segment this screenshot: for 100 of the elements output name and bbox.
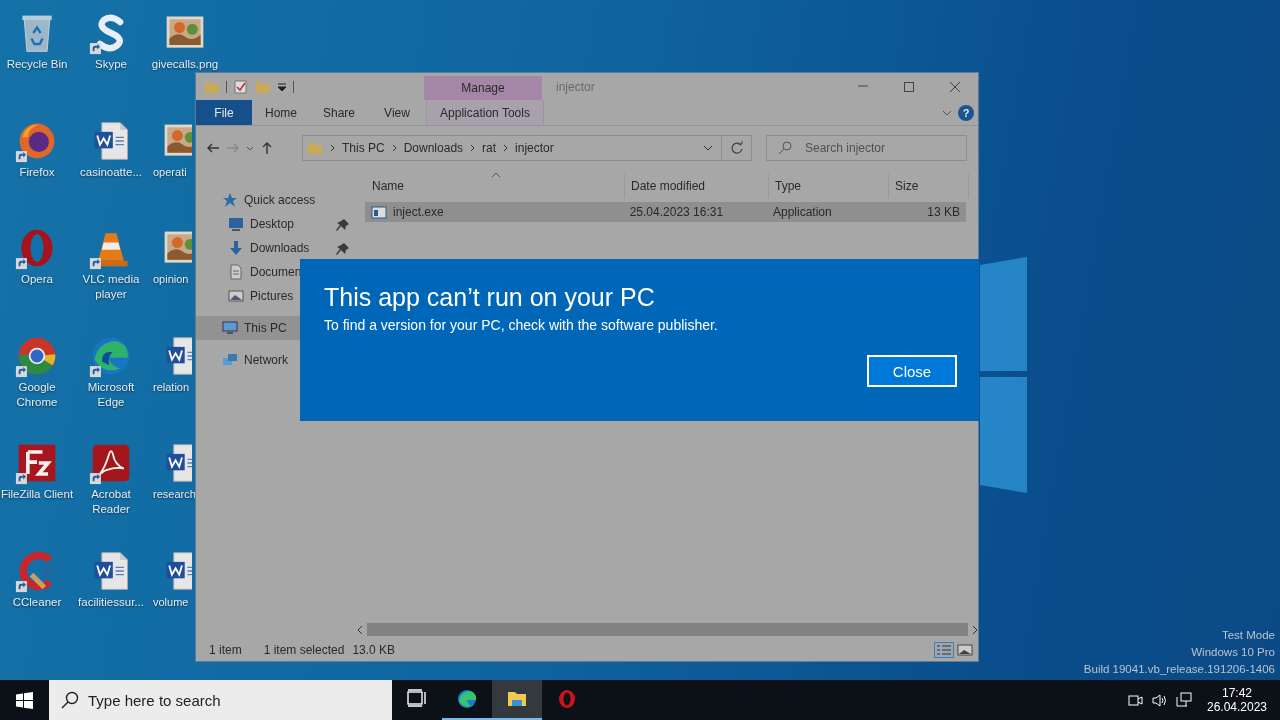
icon-label: facilitiessur...	[77, 594, 145, 610]
dropdown-icon[interactable]	[703, 144, 713, 152]
taskbar-app[interactable]	[492, 680, 542, 720]
clock-time: 17:42	[1222, 686, 1252, 700]
breadcrumb[interactable]: rat	[482, 141, 497, 155]
file-name: inject.exe	[393, 205, 444, 219]
icon-label: CCleaner	[11, 594, 63, 610]
network-icon[interactable]	[1176, 692, 1192, 708]
icon-label: volume	[153, 594, 189, 610]
nav-label: Pictures	[250, 289, 294, 303]
column-header[interactable]: Date modified	[625, 174, 769, 198]
icon-label: VLC media player	[81, 272, 141, 302]
nav-label: Quick access	[244, 193, 316, 207]
status-text: 13.0 KB	[352, 643, 396, 657]
nav-item[interactable]: Desktop	[196, 212, 357, 236]
folder-icon	[507, 689, 527, 709]
application-icon	[371, 204, 387, 220]
up-arrow-icon[interactable]	[260, 141, 274, 155]
icon-label: givecalls.png	[150, 57, 220, 72]
window-title: injector	[555, 78, 596, 96]
table-cell-text: Application	[771, 205, 833, 219]
star-icon	[222, 192, 238, 208]
chevron-icon	[391, 144, 397, 152]
picture-icon	[228, 288, 244, 304]
column-header[interactable]: Name	[357, 174, 625, 198]
close-icon[interactable]	[949, 80, 961, 93]
opera-icon	[557, 689, 577, 709]
nav-item[interactable]: Documen	[196, 260, 357, 284]
ribbon-tab[interactable]: Application Tools	[426, 100, 544, 125]
nav-label: Network	[244, 353, 288, 367]
back-arrow-icon[interactable]	[206, 141, 220, 155]
nav-label: Documen	[250, 265, 302, 279]
ribbon-tab[interactable]: Share	[310, 100, 368, 125]
status-text: 1 item selected	[263, 643, 345, 657]
download-arrow-icon	[228, 240, 244, 256]
task-view-icon	[407, 689, 427, 709]
speaker-icon[interactable]	[1152, 692, 1167, 708]
scroll-left-icon[interactable]	[357, 624, 363, 635]
search-field[interactable]: Search injector	[766, 135, 967, 161]
refresh-icon	[729, 141, 744, 155]
column-header[interactable]: Type	[769, 174, 889, 198]
nav-label: Desktop	[250, 217, 295, 231]
properties-icon[interactable]	[233, 78, 249, 95]
icon-label: Firefox	[18, 164, 56, 180]
scrollbar-track[interactable]	[367, 623, 968, 636]
ribbon-tab[interactable]: Home	[252, 100, 310, 125]
icon-label: casinoatte...	[79, 164, 143, 180]
caret-icon[interactable]	[277, 81, 287, 92]
dialog-title: This app can’t run on your PC	[324, 282, 656, 313]
status-text: 1 item	[209, 643, 242, 657]
search-box[interactable]: Type here to search	[49, 680, 392, 720]
table-cell-text: 13 KB	[926, 205, 961, 219]
ribbon-tab[interactable]: File	[196, 100, 252, 125]
edge-icon	[457, 689, 477, 709]
nav-item[interactable]: Network	[196, 348, 357, 372]
nav-item[interactable]: Quick access	[196, 188, 357, 212]
refresh-button[interactable]	[722, 135, 752, 161]
icon-label: relation	[153, 379, 190, 395]
chevron-icon	[503, 144, 509, 152]
system-info-text: Build 19041.vb_release.191206-1406	[1083, 662, 1275, 677]
ribbon-tab[interactable]: View	[368, 100, 426, 125]
column-header[interactable]: Size	[889, 174, 969, 198]
chevron-icon	[330, 144, 335, 152]
help-button[interactable]: ?	[958, 104, 974, 121]
nav-label: Downloads	[250, 241, 310, 255]
clock[interactable]: 17:42 26.04.2023	[1204, 680, 1270, 720]
icon-label: opinion	[153, 272, 189, 287]
file-row[interactable]: inject.exe 25.04.2023 16:31 Application 13 KB	[365, 202, 966, 222]
monitor-icon	[228, 216, 244, 232]
search-icon	[61, 691, 79, 709]
network-icon	[222, 352, 238, 368]
nav-item[interactable]: Downloads	[196, 236, 357, 260]
close-button[interactable]: Close	[867, 355, 957, 387]
breadcrumb[interactable]: This PC	[342, 141, 385, 155]
icon-label: Skype	[94, 57, 128, 72]
table-cell-text: 25.04.2023 16:31	[628, 205, 725, 219]
breadcrumb[interactable]: injector	[515, 141, 554, 155]
chevron-icon[interactable]	[942, 108, 952, 117]
icon-label: Opera	[20, 272, 54, 287]
address-bar[interactable]: This PC Downloads rat injector	[302, 135, 722, 161]
camera-icon[interactable]	[1128, 692, 1143, 708]
maximize-icon[interactable]	[903, 80, 915, 93]
system-info-text: Windows 10 Pro	[1191, 645, 1275, 660]
system-info-text: Test Mode	[1221, 628, 1275, 643]
breadcrumb[interactable]: Downloads	[403, 141, 464, 155]
icon-label: Recycle Bin	[5, 57, 69, 72]
large-icons-view-icon[interactable]	[956, 642, 974, 658]
icon-label: FileZilla Client	[0, 487, 74, 502]
icon-label: operati	[153, 164, 187, 180]
document-icon	[228, 264, 244, 280]
clock-date: 26.04.2023	[1206, 700, 1268, 714]
scroll-right-icon[interactable]	[972, 624, 978, 635]
chevron-icon	[470, 144, 476, 152]
nav-label: This PC	[244, 321, 287, 335]
icon-label: research	[153, 487, 196, 502]
icon-label: Acrobat Reader	[90, 487, 132, 517]
icon-label: Microsoft Edge	[86, 379, 136, 410]
context-tab-header: Manage	[424, 76, 542, 100]
sort-caret-icon[interactable]	[491, 172, 501, 178]
caret-icon[interactable]	[246, 145, 254, 151]
